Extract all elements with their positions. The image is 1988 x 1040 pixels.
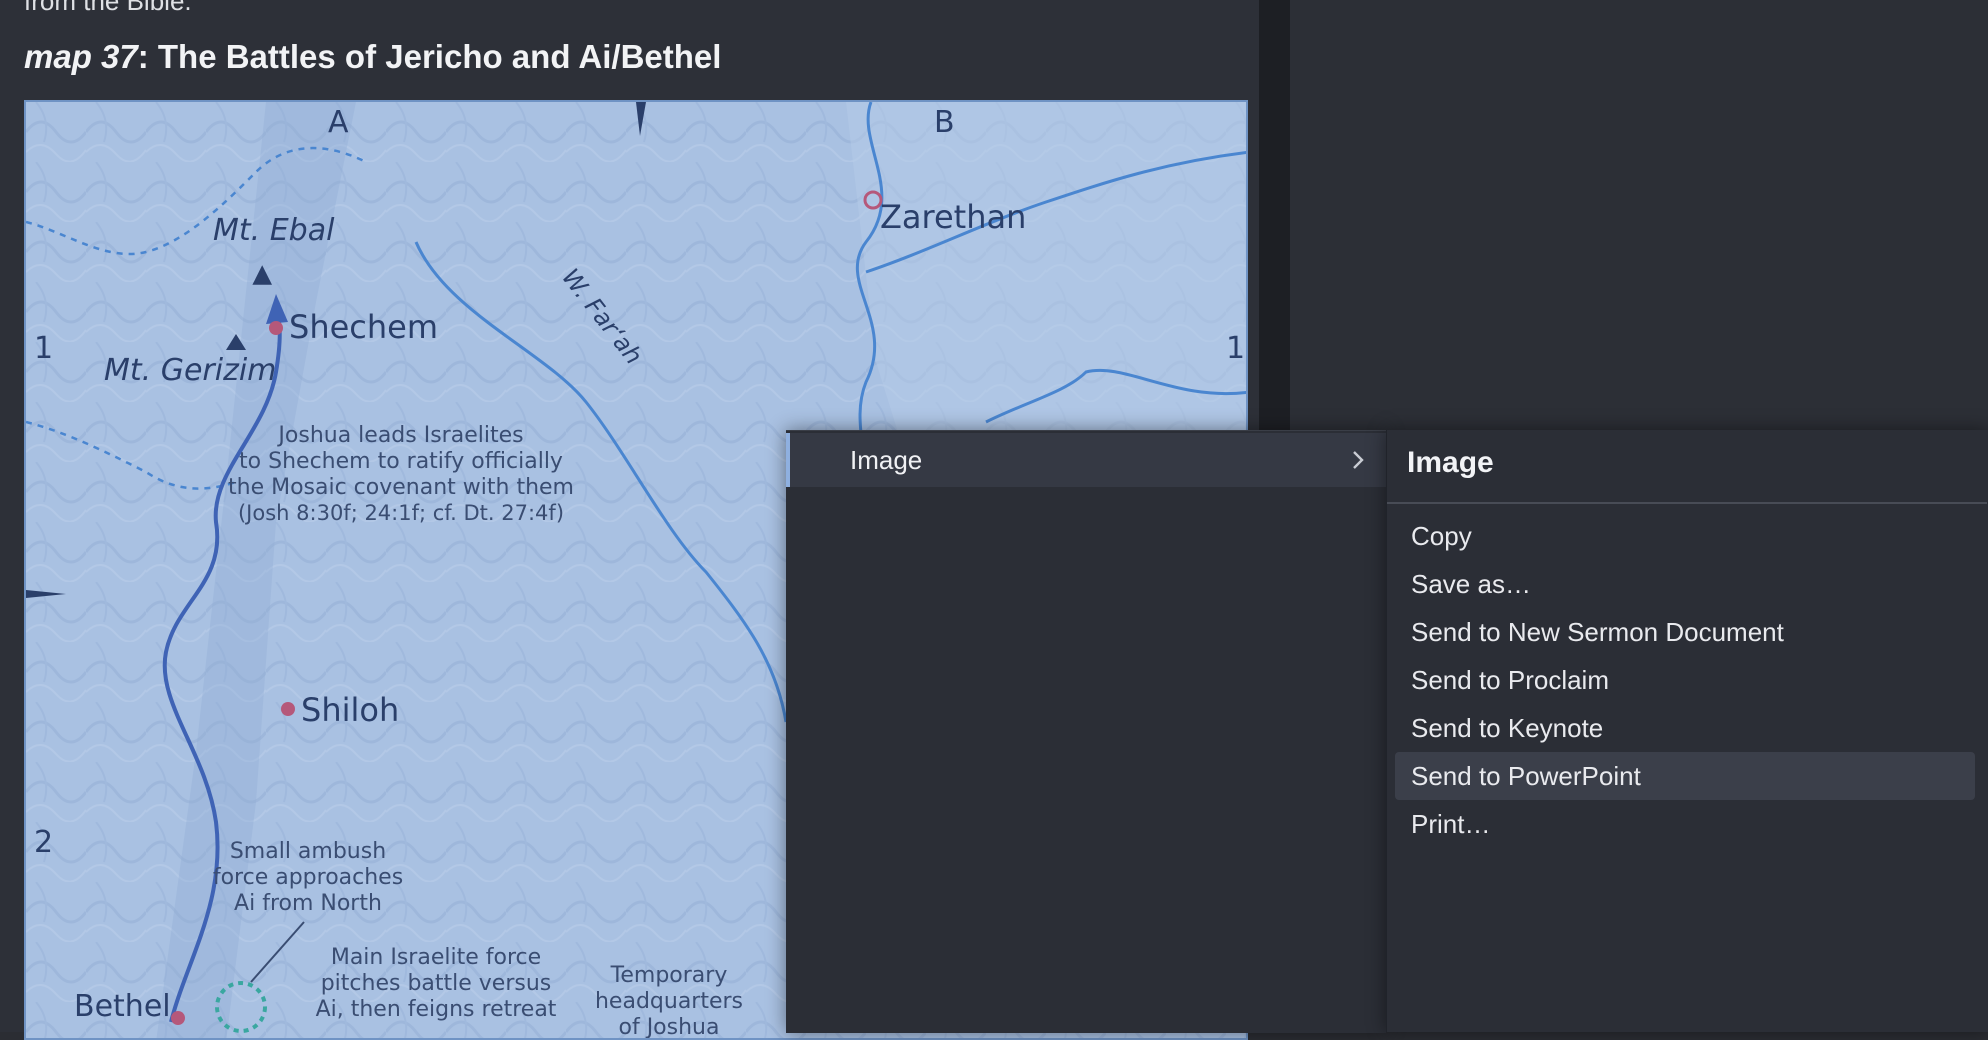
menu-item-print[interactable]: Print…	[1395, 800, 1975, 848]
label-zarethan: Zarethan	[880, 198, 1026, 236]
map-heading: map 37: The Battles of Jericho and Ai/Be…	[24, 38, 721, 76]
note-ambush-line-3: Ai from North	[234, 891, 382, 916]
grid-row-2-left: 2	[34, 825, 53, 860]
menu-item-send-to-powerpoint[interactable]: Send to PowerPoint	[1395, 752, 1975, 800]
note-temp-line-3: of Joshua	[619, 1015, 720, 1040]
note-main-line-2: pitches battle versus	[321, 971, 552, 996]
grid-col-a: A	[328, 105, 349, 140]
label-mt-ebal: Mt. Ebal	[213, 213, 335, 248]
bethel-dot	[171, 1011, 185, 1025]
grid-col-b: B	[934, 105, 955, 140]
shiloh-dot	[281, 702, 295, 716]
context-menu-item-label: Image	[850, 444, 923, 475]
menu-item-send-to-keynote[interactable]: Send to Keynote	[1395, 704, 1975, 752]
intro-text: from the Bible.	[24, 0, 192, 16]
menu-item-save-as[interactable]: Save as…	[1395, 560, 1975, 608]
context-menu: Image	[786, 430, 1386, 1033]
label-shiloh: Shiloh	[301, 691, 399, 729]
menu-item-send-to-new-sermon-document[interactable]: Send to New Sermon Document	[1395, 608, 1975, 656]
map-number: map 37	[24, 38, 138, 75]
chevron-right-icon	[1353, 451, 1364, 469]
note-ambush-line-1: Small ambush	[230, 839, 386, 864]
map-title: : The Battles of Jericho and Ai/Bethel	[137, 38, 722, 75]
grid-row-1-left: 1	[34, 331, 53, 366]
note-joshua-line-4: (Josh 8:30f; 24:1f; cf. Dt. 27:4f)	[238, 501, 564, 525]
submenu-divider	[1387, 502, 1987, 504]
image-submenu: Image Copy Save as… Send to New Sermon D…	[1386, 430, 1988, 1032]
menu-item-copy[interactable]: Copy	[1395, 512, 1975, 560]
note-temp-line-1: Temporary	[610, 963, 728, 988]
label-bethel: Bethel	[74, 989, 171, 1024]
note-ambush-line-2: force approaches	[213, 865, 403, 890]
note-main-line-3: Ai, then feigns retreat	[316, 997, 557, 1022]
note-temp-line-2: headquarters	[595, 989, 743, 1014]
note-joshua-line-3: the Mosaic covenant with them	[228, 475, 574, 500]
context-menu-item-image[interactable]: Image	[786, 433, 1386, 487]
submenu-title: Image	[1407, 446, 1494, 479]
note-joshua-line-2: to Shechem to ratify officially	[239, 449, 563, 474]
note-joshua-line-1: Joshua leads Israelites	[276, 423, 523, 448]
shechem-dot	[269, 321, 283, 335]
grid-row-1-right: 1	[1226, 331, 1245, 366]
label-mt-gerizim: Mt. Gerizim	[104, 353, 276, 388]
label-shechem: Shechem	[289, 308, 438, 346]
note-main-line-1: Main Israelite force	[331, 945, 541, 970]
menu-item-send-to-proclaim[interactable]: Send to Proclaim	[1395, 656, 1975, 704]
